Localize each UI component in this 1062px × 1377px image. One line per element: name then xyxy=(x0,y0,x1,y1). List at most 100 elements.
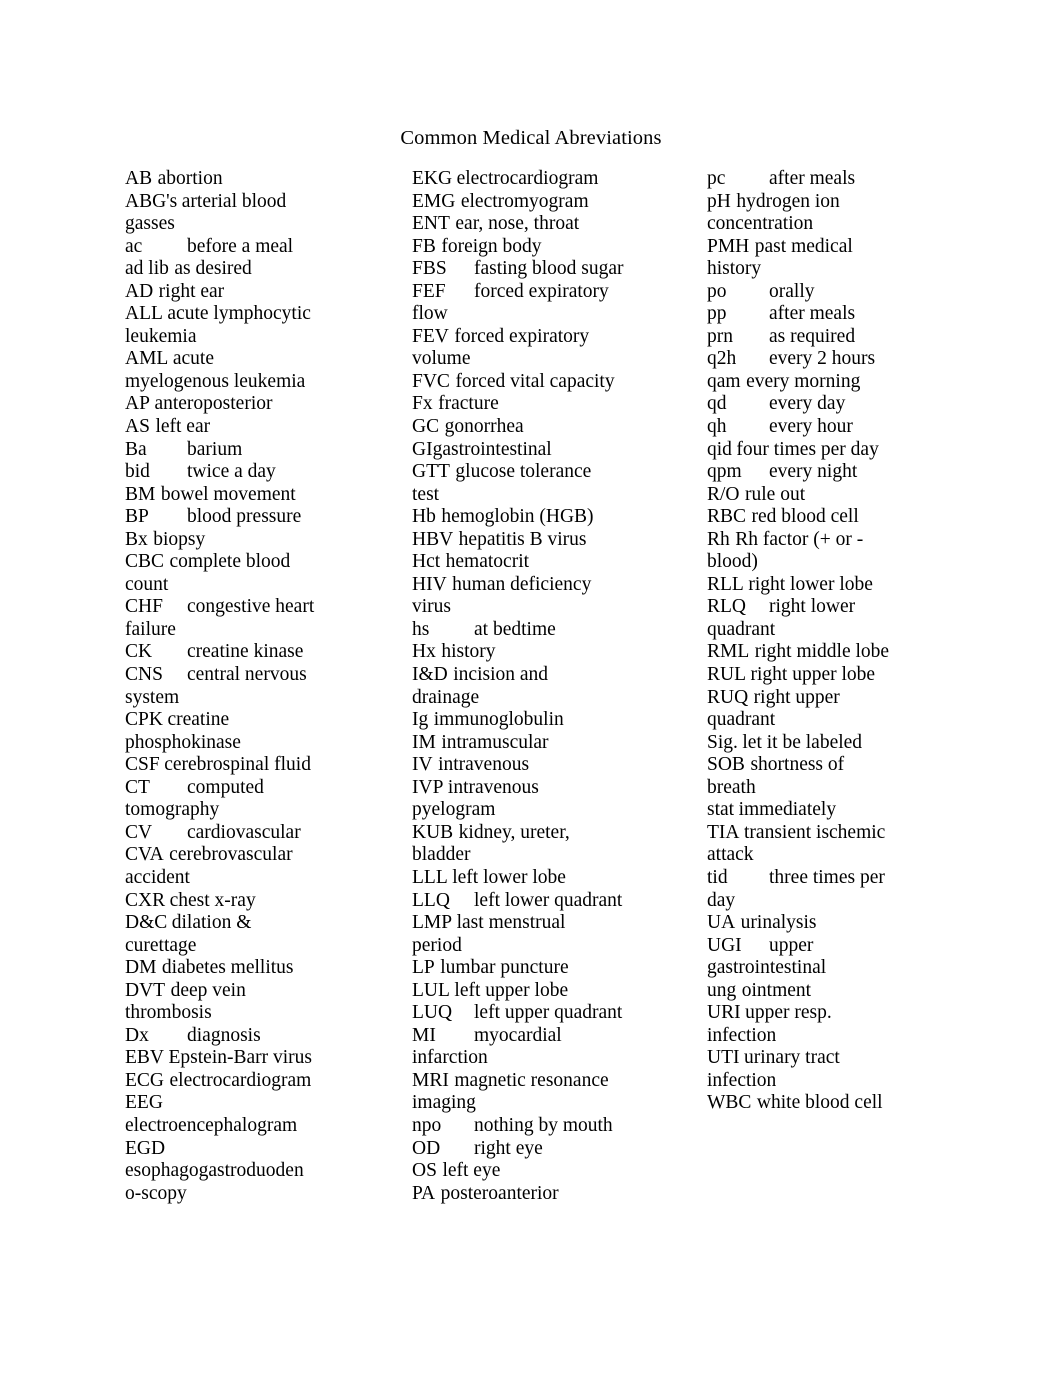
abbreviation-entry: RML right middle lobe xyxy=(707,641,1007,664)
abbreviation-entry: q2h every 2 hours xyxy=(707,348,1007,371)
abbreviation-entry: EBV Epstein-Barr virus xyxy=(125,1047,410,1070)
abbreviation-definition: Rh factor (+ or - xyxy=(735,528,864,550)
abbreviation-term: q2h xyxy=(707,348,737,370)
abbreviation-entry: Rh Rh factor (+ or - xyxy=(707,529,1007,552)
abbreviation-entry: FEV forced expiratory xyxy=(412,326,702,349)
abbreviation-term: IM xyxy=(412,731,436,753)
abbreviation-term: ALL xyxy=(125,303,163,325)
abbreviation-term: CBC xyxy=(125,551,165,573)
abbreviation-entry: qid four times per day xyxy=(707,439,1007,462)
abbreviation-term: Ba xyxy=(125,438,147,460)
abbreviation-term: EMG xyxy=(412,190,456,212)
abbreviation-term: Sig. xyxy=(707,731,738,753)
abbreviation-entry: PA posteroanterior xyxy=(412,1183,702,1206)
abbreviation-term: URI xyxy=(707,1002,741,1024)
abbreviation-entry: OS left eye xyxy=(412,1160,702,1183)
abbreviation-term: hs xyxy=(412,618,430,640)
abbreviation-term: LMP xyxy=(412,912,453,934)
definition-continuation-line: quadrant xyxy=(707,709,776,731)
abbreviation-entry: DM diabetes mellitus xyxy=(125,957,410,980)
definition-continuation-line: gastrointestinal xyxy=(707,957,827,979)
abbreviation-definition: cerebrovascular xyxy=(169,844,293,866)
abbreviation-entry: I&D incision and xyxy=(412,664,702,687)
abbreviation-term: KUB xyxy=(412,821,454,843)
definition-continuation-line: infection xyxy=(707,1024,777,1046)
abbreviation-definition: creatine kinase xyxy=(187,641,304,663)
abbreviation-term: qpm xyxy=(707,461,742,483)
abbreviation-definition: right middle lobe xyxy=(754,641,890,663)
definition-continuation-line: count xyxy=(125,573,169,595)
abbreviation-definition: left upper lobe xyxy=(454,979,569,1001)
abbreviation-term: ABG's xyxy=(125,190,178,212)
abbreviation-entry: bid twice a day xyxy=(125,461,410,484)
abbreviation-term: SOB xyxy=(707,754,745,776)
abbreviation-term: D&C xyxy=(125,912,168,934)
abbreviation-definition: bowel movement xyxy=(160,483,296,505)
abbreviation-term: OS xyxy=(412,1160,437,1182)
abbreviation-definition: blood pressure xyxy=(187,506,302,528)
abbreviation-definition: right eye xyxy=(474,1137,543,1159)
abbreviation-entry: qd every day xyxy=(707,393,1007,416)
definition-continuation-line: breath xyxy=(707,776,756,798)
abbreviation-entry: LMP last menstrual xyxy=(412,912,702,935)
definition-continuation-line: test xyxy=(412,483,440,505)
abbreviation-term: AML xyxy=(125,348,169,370)
abbreviation-definition: three times per xyxy=(769,866,885,888)
abbreviation-term: R/O xyxy=(707,483,740,505)
abbreviation-definition: electrocardiogram xyxy=(169,1069,312,1091)
definition-continuation-line: period xyxy=(412,934,462,956)
abbreviation-entry: CPK creatine xyxy=(125,709,410,732)
definition-continuation-line: attack xyxy=(707,844,754,866)
abbreviation-definition: forced expiratory xyxy=(454,325,590,347)
abbreviation-term: ad lib xyxy=(125,258,169,280)
abbreviation-term: LLL xyxy=(412,866,448,888)
abbreviation-term: BM xyxy=(125,483,156,505)
definition-continuation-line: myelogenous leukemia xyxy=(125,370,306,392)
abbreviation-definition: biopsy xyxy=(153,528,206,550)
abbreviation-definition: kidney, ureter, xyxy=(458,821,570,843)
abbreviation-entry: BM bowel movement xyxy=(125,484,410,507)
abbreviation-definition: intravenous xyxy=(447,776,539,798)
definition-continuation-line: flow xyxy=(412,303,448,325)
abbreviation-definition: right lower xyxy=(769,596,856,618)
abbreviation-term: Ig xyxy=(412,709,429,731)
abbreviation-definition: orally xyxy=(769,280,815,302)
abbreviation-entry: CK creatine kinase xyxy=(125,641,410,664)
abbreviation-entry: prn as required xyxy=(707,326,1007,349)
abbreviation-term: FEF xyxy=(412,280,446,302)
abbreviation-term: EBV xyxy=(125,1047,164,1069)
abbreviation-entry: ABG's arterial blood xyxy=(125,191,410,214)
abbreviation-term: RLQ xyxy=(707,596,746,618)
abbreviation-definition: right ear xyxy=(158,280,225,302)
abbreviation-term: Dx xyxy=(125,1024,149,1046)
abbreviation-term: Rh xyxy=(707,528,730,550)
abbreviation-entry: LUL left upper lobe xyxy=(412,980,702,1003)
abbreviation-term: CV xyxy=(125,821,153,843)
abbreviation-term: AB xyxy=(125,168,153,189)
definition-continuation-line: infection xyxy=(707,1069,777,1091)
abbreviation-column-1: AB abortion ABG's arterial blood gasses ac bef… xyxy=(125,168,410,1205)
abbreviation-entry: UTI urinary tract xyxy=(707,1047,1007,1070)
abbreviation-entry: D&C dilation & xyxy=(125,912,410,935)
abbreviation-entry: hs at bedtime xyxy=(412,619,702,642)
abbreviation-term: CHF xyxy=(125,596,163,618)
abbreviation-definition: central nervous xyxy=(187,664,307,686)
abbreviation-term: EEG xyxy=(125,1092,163,1114)
abbreviation-entry: qpm every night xyxy=(707,461,1007,484)
definition-continuation-line: bladder xyxy=(412,844,471,866)
abbreviation-definition: every hour xyxy=(769,416,853,438)
abbreviation-entry: LLL left lower lobe xyxy=(412,867,702,890)
abbreviation-definition: electromyogram xyxy=(460,190,589,212)
abbreviation-definition: after meals xyxy=(769,168,856,189)
abbreviation-entry: ECG electrocardiogram xyxy=(125,1070,410,1093)
abbreviation-entry: ad lib as desired xyxy=(125,258,410,281)
abbreviation-term: pc xyxy=(707,168,726,189)
abbreviation-entry: URI upper resp. xyxy=(707,1002,1007,1025)
abbreviation-definition: hemoglobin (HGB) xyxy=(441,506,594,528)
abbreviation-definition: ointment xyxy=(741,979,812,1001)
abbreviation-entry: UGI upper xyxy=(707,935,1007,958)
abbreviation-entry: GC gonorrhea xyxy=(412,416,702,439)
abbreviation-definition: gastrointestinal xyxy=(432,438,552,460)
abbreviation-term: AP xyxy=(125,393,150,415)
abbreviation-entry: AP anteroposterior xyxy=(125,393,410,416)
